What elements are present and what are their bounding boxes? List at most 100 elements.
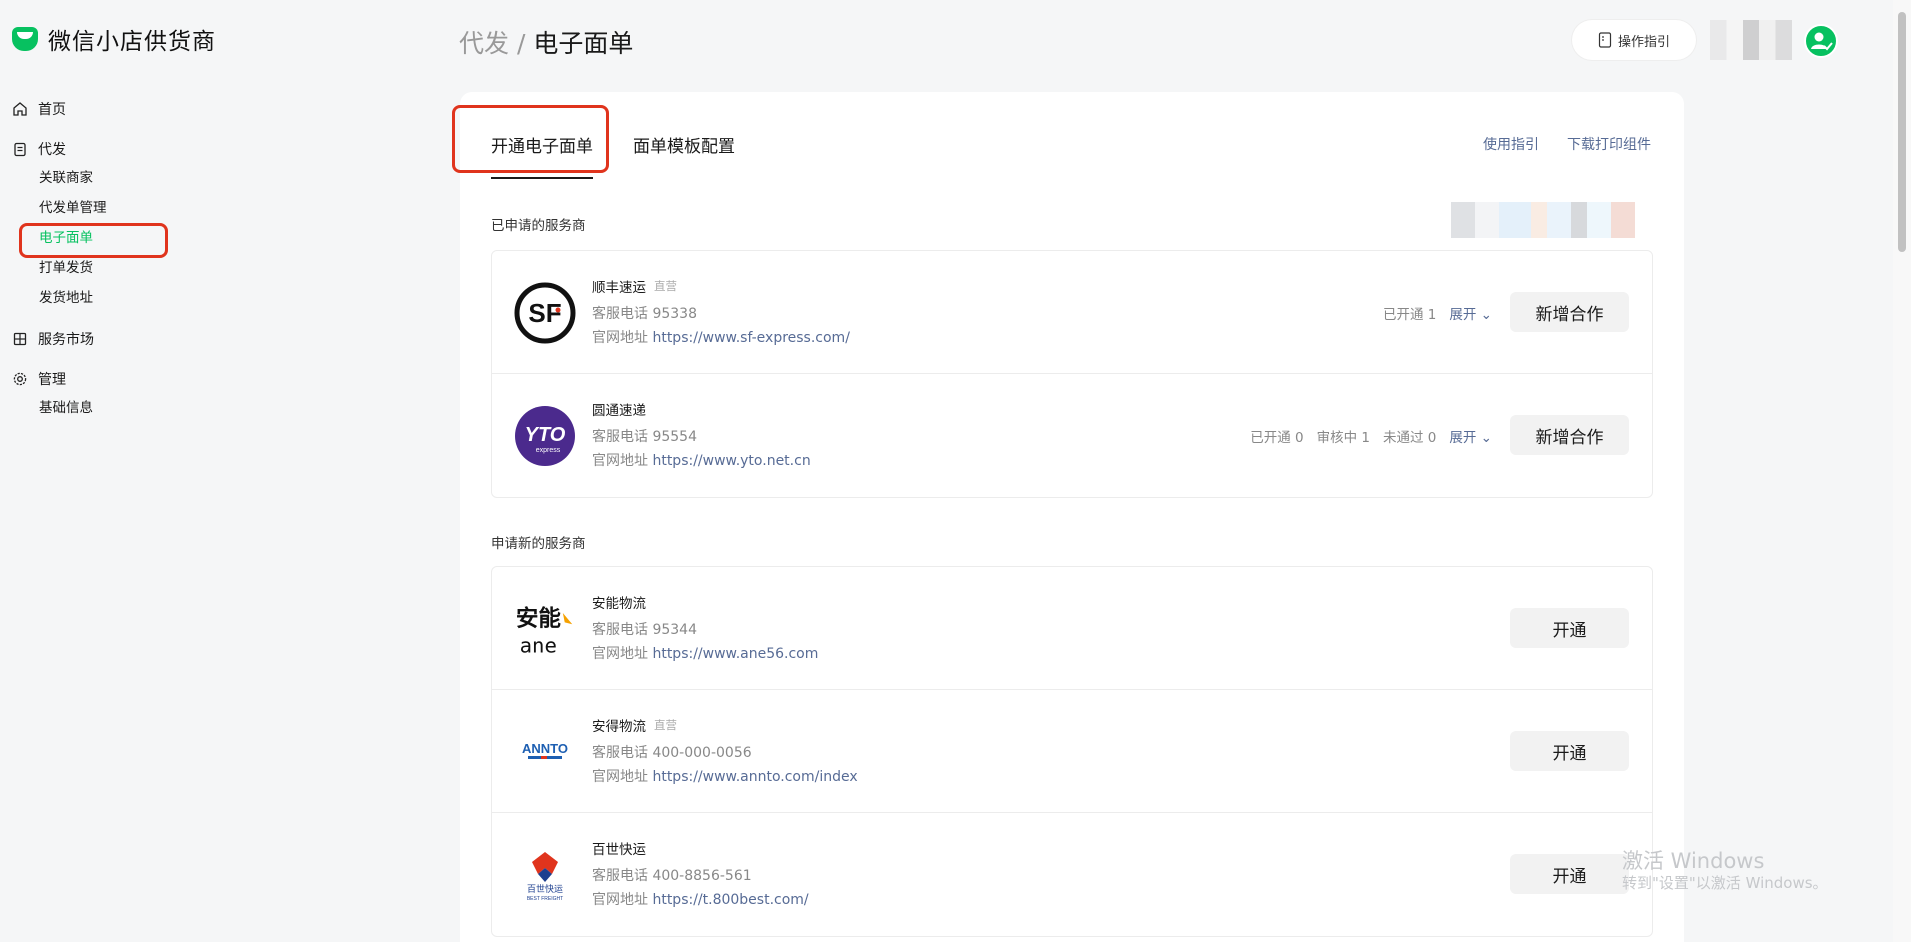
expand-toggle[interactable]: 展开 ⌄ — [1449, 426, 1492, 446]
best-freight-logo: 百世快运 BEST FREIGHT — [514, 844, 576, 906]
site-label: 官网地址 — [592, 453, 648, 469]
nav-item-ship-address[interactable]: 发货地址 — [0, 284, 200, 312]
ane-logo: 安能 ane — [514, 598, 576, 660]
home-icon — [13, 102, 27, 116]
svg-text:安能: 安能 — [516, 605, 562, 632]
nav-manage-label: 管理 — [38, 372, 66, 388]
open-button[interactable]: 开通 — [1510, 731, 1629, 771]
provider-site: 官网地址 https://www.ane56.com — [592, 643, 818, 663]
nav-item-linked-merchants[interactable]: 关联商家 — [0, 164, 200, 192]
site-link[interactable]: https://t.800best.com/ — [652, 892, 808, 908]
site-label: 官网地址 — [592, 330, 648, 346]
breadcrumb-current: 电子面单 — [533, 29, 634, 58]
nav-service-market-label: 服务市场 — [38, 332, 94, 348]
phone-value: 95338 — [652, 306, 697, 322]
scrollbar-thumb[interactable] — [1898, 12, 1906, 252]
breadcrumb: 代发 / 电子面单 — [459, 24, 633, 60]
provider-tag: 直营 — [654, 718, 677, 732]
highlight-box-sidebar — [19, 223, 168, 258]
svg-text:YTO: YTO — [525, 424, 566, 446]
sf-express-logo: SF — [514, 282, 576, 344]
yto-express-logo: YTO express — [514, 405, 576, 467]
provider-site: 官网地址 https://www.annto.com/index — [592, 766, 858, 786]
provider-name: 安能物流 — [592, 596, 646, 612]
provider-name-line: 安得物流 直营 — [592, 715, 677, 735]
add-cooperation-button[interactable]: 新增合作 — [1510, 292, 1629, 332]
gear-icon — [13, 372, 27, 386]
user-icon — [1811, 32, 1833, 51]
svg-text:BEST FREIGHT: BEST FREIGHT — [527, 896, 563, 902]
phone-label: 客服电话 — [592, 306, 648, 322]
status-rejected: 未通过 0 — [1383, 430, 1437, 446]
provider-status: 已开通 1 展开 ⌄ — [1383, 303, 1492, 323]
app-root: 微信小店供货商 首页 代发 关联商家 代发单管理 电子面单 打单发货 发货地址 … — [0, 0, 1911, 942]
provider-site: 官网地址 https://www.sf-express.com/ — [592, 327, 850, 347]
provider-card-annto: ANNTO 安得物流 直营 客服电话 400-000-0056 官网地址 htt… — [492, 690, 1652, 813]
add-cooperation-button[interactable]: 新增合作 — [1510, 415, 1629, 455]
usage-guide-link[interactable]: 使用指引 — [1483, 134, 1539, 154]
provider-phone: 客服电话 95554 — [592, 426, 697, 446]
brand[interactable]: 微信小店供货商 — [12, 22, 216, 56]
section-title-new: 申请新的服务商 — [491, 536, 586, 552]
expand-label: 展开 — [1449, 430, 1477, 446]
operation-guide-label: 操作指引 — [1617, 34, 1670, 50]
site-link[interactable]: https://www.ane56.com — [652, 646, 818, 662]
new-provider-list: 安能 ane 安能物流 客服电话 95344 官网地址 https://www.… — [491, 566, 1653, 937]
status-opened: 已开通 0 — [1250, 430, 1304, 446]
highlight-box-tab — [452, 105, 609, 173]
provider-card-sf: SF 顺丰速运 直营 客服电话 95338 官网地址 https://www.s… — [492, 251, 1652, 374]
phone-label: 客服电话 — [592, 429, 648, 445]
brand-name: 微信小店供货商 — [48, 29, 216, 55]
clipboard-icon — [14, 142, 26, 157]
sidebar-nav: 首页 代发 关联商家 代发单管理 电子面单 打单发货 发货地址 服务市场 管理 … — [0, 96, 200, 424]
windows-activation-subtitle: 转到"设置"以激活 Windows。 — [1622, 874, 1828, 892]
site-label: 官网地址 — [592, 769, 648, 785]
nav-item-order-management[interactable]: 代发单管理 — [0, 194, 200, 222]
phone-value: 400-000-0056 — [652, 745, 752, 761]
svg-text:百世快运: 百世快运 — [527, 883, 563, 895]
nav-home-label: 首页 — [38, 102, 66, 118]
operation-guide-button[interactable]: 操作指引 — [1572, 20, 1696, 60]
site-link[interactable]: https://www.yto.net.cn — [652, 453, 810, 469]
page-scrollbar[interactable] — [1893, 0, 1911, 942]
chevron-down-icon: ⌄ — [1476, 430, 1492, 446]
provider-status: 已开通 0 审核中 1 未通过 0 展开 ⌄ — [1250, 426, 1492, 446]
provider-phone: 客服电话 400-000-0056 — [592, 742, 752, 762]
site-link[interactable]: https://www.sf-express.com/ — [652, 330, 849, 346]
open-button[interactable]: 开通 — [1510, 608, 1629, 648]
phone-value: 95344 — [652, 622, 697, 638]
breadcrumb-separator: / — [516, 29, 526, 58]
download-print-plugin-link[interactable]: 下载打印组件 — [1567, 134, 1651, 154]
applied-provider-list: SF 顺丰速运 直营 客服电话 95338 官网地址 https://www.s… — [491, 250, 1653, 498]
expand-toggle[interactable]: 展开 ⌄ — [1449, 303, 1492, 323]
nav-item-print-ship[interactable]: 打单发货 — [0, 254, 200, 282]
nav-home[interactable]: 首页 — [0, 96, 200, 122]
provider-name-line: 百世快运 — [592, 838, 646, 858]
shop-logo-icon — [12, 27, 38, 51]
tab-template-config[interactable]: 面单模板配置 — [633, 132, 735, 157]
provider-name: 圆通速递 — [592, 403, 646, 419]
grid-icon — [13, 332, 27, 346]
active-tab-indicator — [491, 177, 593, 179]
expand-label: 展开 — [1449, 307, 1477, 323]
nav-item-basic-info[interactable]: 基础信息 — [0, 394, 200, 422]
provider-phone: 客服电话 400-8856-561 — [592, 865, 752, 885]
nav-service-market[interactable]: 服务市场 — [0, 326, 200, 352]
nav-manage[interactable]: 管理 — [0, 366, 200, 392]
provider-phone: 客服电话 95344 — [592, 619, 697, 639]
svg-text:ane: ane — [520, 633, 557, 657]
open-button[interactable]: 开通 — [1510, 854, 1629, 894]
phone-label: 客服电话 — [592, 868, 648, 884]
nav-daifa[interactable]: 代发 — [0, 136, 200, 162]
provider-name-line: 安能物流 — [592, 592, 646, 612]
avatar[interactable] — [1804, 24, 1838, 58]
sidebar: 微信小店供货商 首页 代发 关联商家 代发单管理 电子面单 打单发货 发货地址 … — [0, 0, 430, 942]
section-title-applied: 已申请的服务商 — [491, 218, 586, 234]
provider-tag: 直营 — [654, 279, 677, 293]
provider-name-line: 顺丰速运 直营 — [592, 276, 677, 296]
breadcrumb-parent[interactable]: 代发 — [459, 29, 509, 58]
site-link[interactable]: https://www.annto.com/index — [652, 769, 857, 785]
site-label: 官网地址 — [592, 646, 648, 662]
chevron-down-icon: ⌄ — [1476, 307, 1492, 323]
svg-text:SF: SF — [528, 298, 561, 328]
